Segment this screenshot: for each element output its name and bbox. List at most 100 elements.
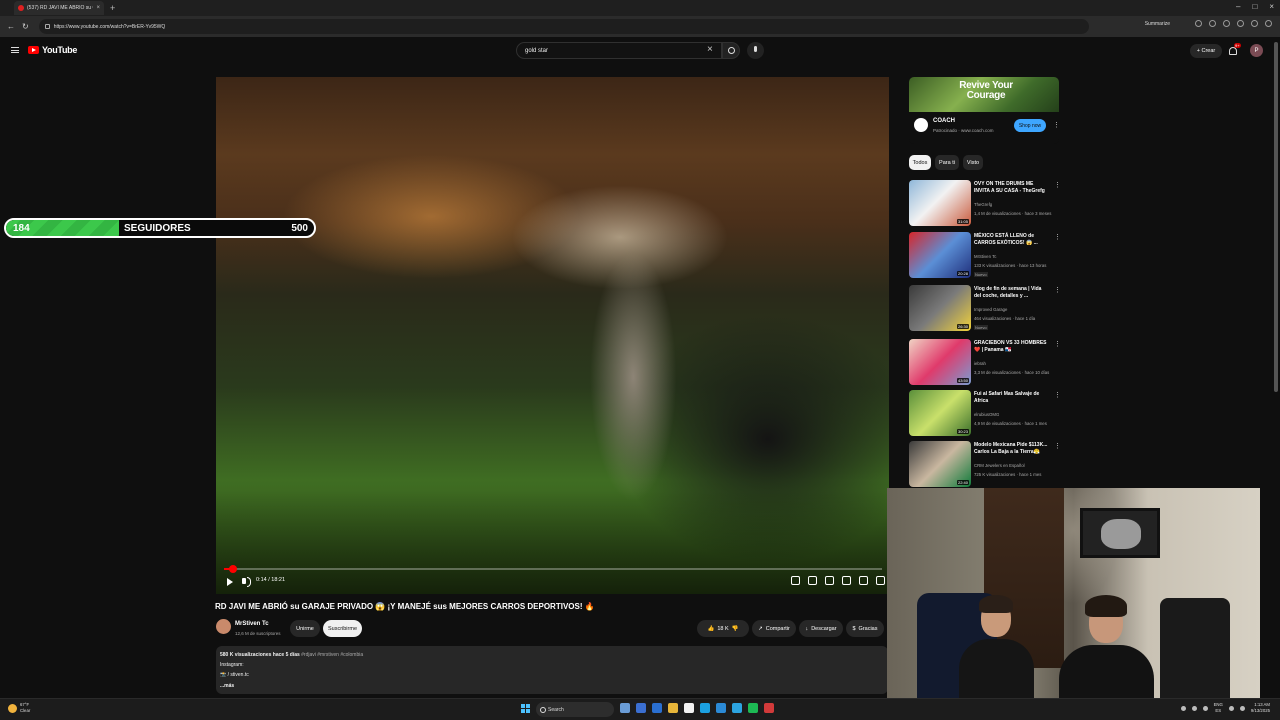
sponsored-ad-card[interactable]: Revive Your Courage COACH Patrocinado · … bbox=[909, 77, 1059, 144]
profile-icon[interactable] bbox=[1251, 20, 1258, 27]
telegram-icon[interactable] bbox=[732, 703, 742, 713]
collections-icon[interactable] bbox=[1237, 20, 1244, 27]
tray-app-icon[interactable] bbox=[1191, 705, 1197, 711]
more-options-icon[interactable]: ⋮ bbox=[1054, 442, 1061, 450]
autoplay-toggle-icon[interactable] bbox=[791, 576, 800, 585]
settings-gear-icon[interactable] bbox=[825, 576, 834, 585]
more-options-icon[interactable]: ⋮ bbox=[1054, 181, 1061, 189]
join-button[interactable]: Unirme bbox=[290, 620, 320, 637]
recommended-video[interactable]: 43:50 GRACIEBON VS 33 HOMBRES ❤️ | Panama… bbox=[909, 339, 1061, 389]
fullscreen-icon[interactable] bbox=[876, 576, 885, 585]
volume-icon[interactable] bbox=[242, 577, 251, 587]
volume-tray-icon[interactable] bbox=[1239, 705, 1245, 711]
app-icon[interactable] bbox=[764, 703, 774, 713]
hamburger-menu-icon[interactable] bbox=[11, 47, 19, 53]
search-button[interactable] bbox=[722, 42, 740, 59]
recommended-video[interactable]: 26:30 Vlog de fin de semana | Vida del co… bbox=[909, 285, 1061, 335]
recommended-channel[interactable]: Improved Garage bbox=[974, 307, 1007, 312]
back-icon[interactable]: ← bbox=[7, 22, 15, 31]
close-window-icon[interactable]: × bbox=[1269, 2, 1274, 11]
share-button[interactable]: ↗ Compartir bbox=[752, 620, 796, 637]
chip-todos[interactable]: Todos bbox=[909, 155, 931, 170]
tray-chevron-icon[interactable] bbox=[1180, 705, 1186, 711]
wifi-icon[interactable] bbox=[1228, 705, 1234, 711]
recommended-channel[interactable]: TheGrefg bbox=[974, 202, 992, 207]
video-thumbnail[interactable]: 30:23 bbox=[909, 390, 971, 436]
video-player[interactable]: 0:14 / 18:21 bbox=[216, 77, 889, 594]
file-explorer-icon[interactable] bbox=[652, 703, 662, 713]
taskbar-search[interactable]: Search bbox=[536, 702, 614, 717]
chip-visto[interactable]: Visto bbox=[963, 155, 983, 170]
video-thumbnail[interactable]: 31:05 bbox=[909, 180, 971, 226]
miniplayer-icon[interactable] bbox=[842, 576, 851, 585]
new-tab-icon[interactable]: + bbox=[110, 3, 115, 13]
hashtags[interactable]: #rdjavi #mrstiven #colombia bbox=[301, 652, 363, 658]
subtitles-icon[interactable] bbox=[808, 576, 817, 585]
summarize-button[interactable]: Summarize bbox=[1145, 21, 1170, 27]
recommended-video[interactable]: 22:40 Modelo Mexicana Pide $113K... Carlo… bbox=[909, 441, 1061, 491]
channel-avatar[interactable] bbox=[216, 619, 231, 634]
more-options-icon[interactable]: ⋮ bbox=[1053, 121, 1059, 129]
thanks-button[interactable]: $ Gracias bbox=[846, 620, 884, 637]
more-options-icon[interactable]: ⋮ bbox=[1054, 233, 1061, 241]
tray-app-icon[interactable] bbox=[1202, 705, 1208, 711]
shop-now-button[interactable]: Shop now bbox=[1014, 119, 1046, 132]
description-box[interactable]: 580 K visualizaciones hace 5 días #rdjav… bbox=[216, 646, 888, 694]
notifications-bell-icon[interactable] bbox=[1229, 47, 1237, 55]
voice-search-button[interactable] bbox=[747, 42, 764, 59]
recommended-video[interactable]: 20:28 MÉXICO ESTÁ LLENO de CARROS EXÓTICO… bbox=[909, 232, 1061, 282]
recommended-title[interactable]: Fui al Safari Mas Salvaje de Africa bbox=[974, 391, 1050, 404]
theater-mode-icon[interactable] bbox=[859, 576, 868, 585]
recommended-channel[interactable]: MrStiven Tc bbox=[974, 254, 996, 259]
extension-icon[interactable] bbox=[1209, 20, 1216, 27]
app-icon[interactable] bbox=[716, 703, 726, 713]
chip-para-ti[interactable]: Para ti bbox=[935, 155, 959, 170]
recommended-title[interactable]: OVY ON THE DRUMS ME INVITA A SU CASA - T… bbox=[974, 181, 1050, 194]
weather-widget[interactable]: 67°F Clear bbox=[8, 702, 30, 714]
more-options-icon[interactable]: ⋮ bbox=[1054, 391, 1061, 399]
more-options-icon[interactable]: ⋮ bbox=[1054, 340, 1061, 348]
recommended-title[interactable]: Vlog de fin de semana | Vida del coche, … bbox=[974, 286, 1050, 299]
spotify-icon[interactable] bbox=[748, 703, 758, 713]
browser-tab[interactable]: (537) RD JAVI ME ABRIÓ su GAR... × bbox=[14, 1, 104, 15]
maximize-icon[interactable]: □ bbox=[1252, 2, 1257, 11]
video-thumbnail[interactable]: 26:30 bbox=[909, 285, 971, 331]
show-more-link[interactable]: ...más bbox=[220, 683, 234, 689]
more-icon[interactable] bbox=[1265, 20, 1272, 27]
clear-search-icon[interactable]: × bbox=[707, 44, 713, 55]
windows-start-icon[interactable] bbox=[521, 704, 530, 713]
reload-icon[interactable]: ↻ bbox=[22, 22, 29, 31]
recommended-channel[interactable]: CRM Jewelers en Español bbox=[974, 463, 1025, 468]
recommended-channel[interactable]: elrubiusOMG bbox=[974, 412, 999, 417]
notepad-icon[interactable] bbox=[684, 703, 694, 713]
youtube-logo[interactable]: YouTube bbox=[28, 45, 77, 55]
like-dislike-button[interactable]: 👍 18 K 👎 bbox=[697, 620, 749, 637]
language-indicator[interactable]: ENG ES bbox=[1214, 702, 1223, 714]
clock[interactable]: 1:13 AM 9/13/2025 bbox=[1251, 702, 1270, 714]
search-input[interactable]: gold star bbox=[516, 42, 722, 59]
account-avatar[interactable]: P bbox=[1250, 44, 1263, 57]
download-button[interactable]: ↓ Descargar bbox=[799, 620, 843, 637]
channel-name[interactable]: MrStiven Tc bbox=[235, 621, 269, 627]
recommended-title[interactable]: Modelo Mexicana Pide $113K... Carlos La … bbox=[974, 442, 1050, 455]
recommended-video[interactable]: 31:05 OVY ON THE DRUMS ME INVITA A SU CAS… bbox=[909, 180, 1061, 230]
favorite-icon[interactable] bbox=[1223, 20, 1230, 27]
progress-scrubber[interactable] bbox=[228, 565, 237, 573]
progress-bar[interactable] bbox=[224, 565, 882, 573]
folder-icon[interactable] bbox=[668, 703, 678, 713]
edge-icon[interactable] bbox=[700, 703, 710, 713]
video-thumbnail[interactable]: 20:28 bbox=[909, 232, 971, 278]
task-view-icon[interactable] bbox=[620, 703, 630, 713]
minimize-icon[interactable]: – bbox=[1236, 2, 1240, 11]
more-options-icon[interactable]: ⋮ bbox=[1054, 286, 1061, 294]
recommended-title[interactable]: GRACIEBON VS 33 HOMBRES ❤️ | Panama 🇵🇦 bbox=[974, 340, 1050, 353]
address-bar[interactable]: https://www.youtube.com/watch?v=BrER-Yv9… bbox=[38, 19, 1089, 34]
video-thumbnail[interactable]: 43:50 bbox=[909, 339, 971, 385]
recommended-video[interactable]: 30:23 Fui al Safari Mas Salvaje de Africa… bbox=[909, 390, 1061, 440]
recommended-title[interactable]: MÉXICO ESTÁ LLENO de CARROS EXÓTICOS! 😱 … bbox=[974, 233, 1050, 246]
recommended-channel[interactable]: iebrah bbox=[974, 361, 986, 366]
dislike-icon[interactable]: 👎 bbox=[732, 626, 739, 632]
create-button[interactable]: + Crear bbox=[1190, 44, 1222, 58]
video-thumbnail[interactable]: 22:40 bbox=[909, 441, 971, 487]
page-scrollbar[interactable] bbox=[1274, 42, 1278, 392]
